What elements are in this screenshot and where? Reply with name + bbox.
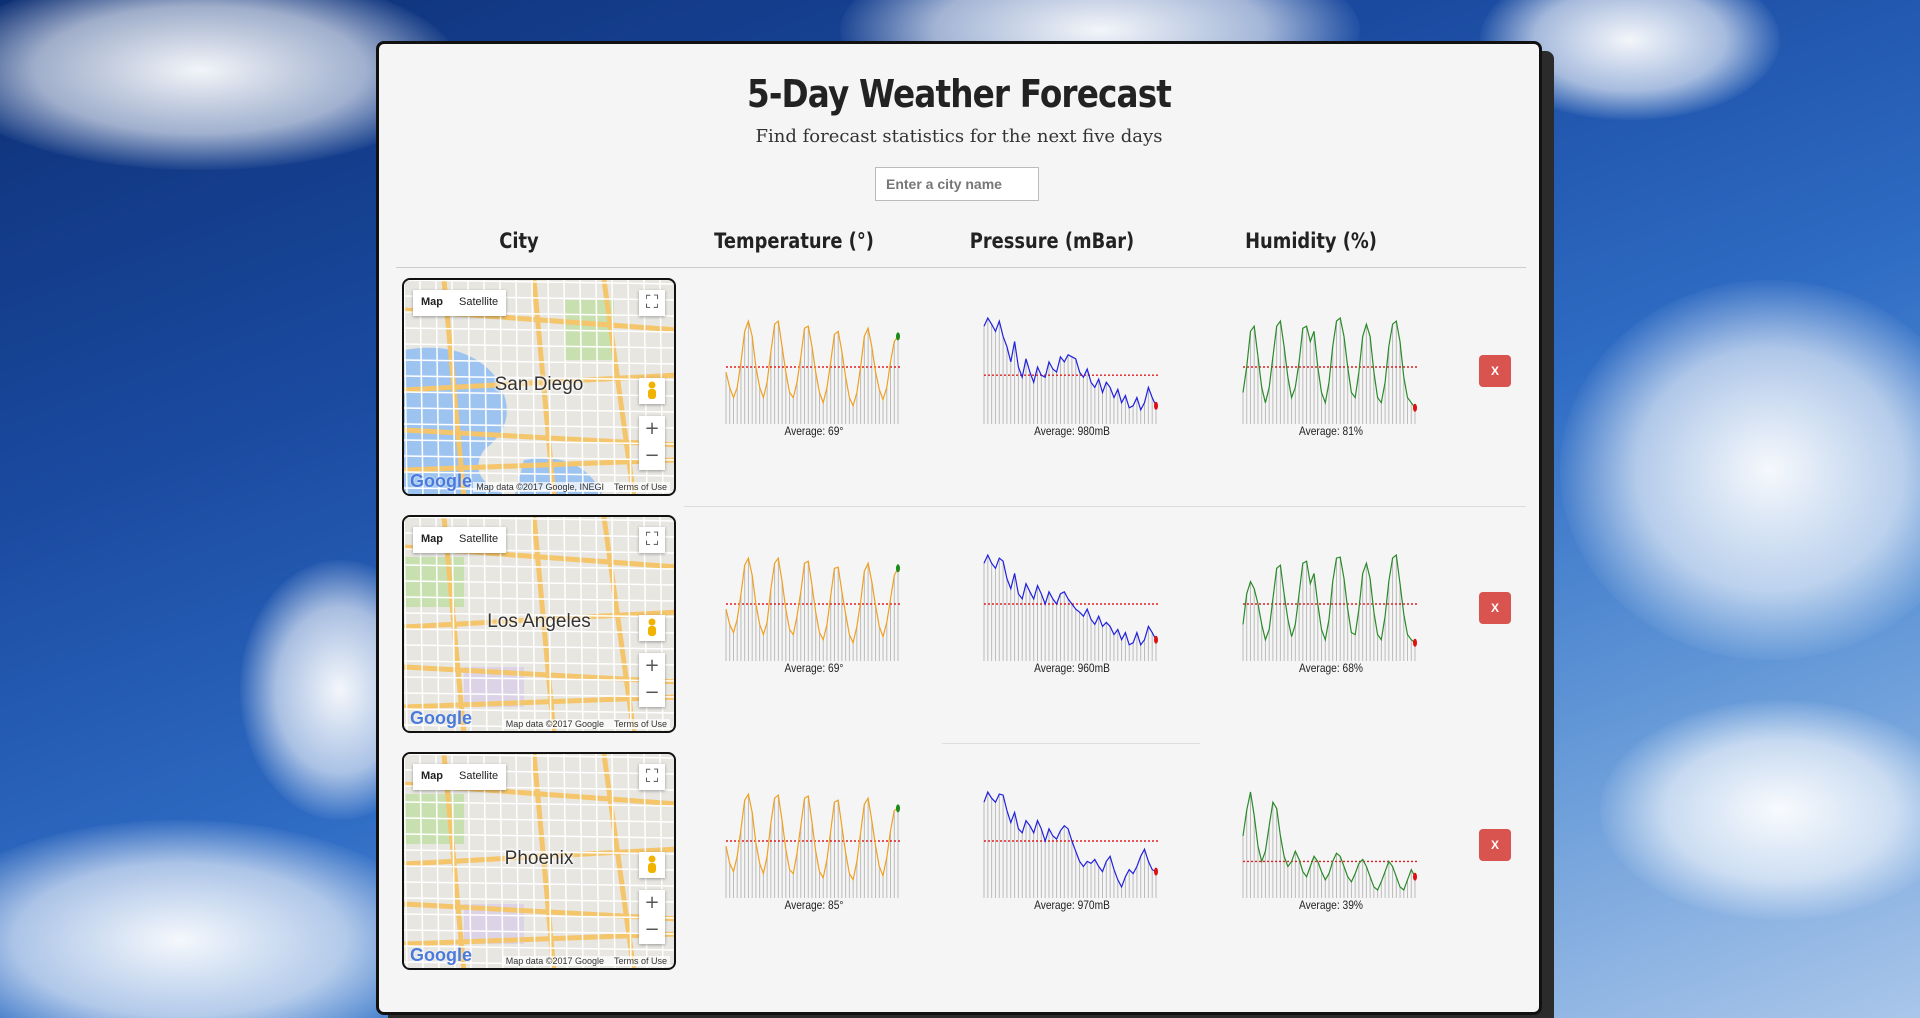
column-header-pressure: Pressure (mBar) [969,229,1135,253]
terms-of-use-link[interactable]: Terms of Use [614,719,667,729]
terms-of-use-link[interactable]: Terms of Use [614,956,667,966]
page-title: 5-Day Weather Forecast [746,72,1172,116]
zoom-in-button[interactable]: + [639,416,665,443]
map-city-label: San Diego [494,374,584,395]
column-header-humidity: Humidity (%) [1245,229,1377,253]
delete-city-button[interactable]: X [1479,592,1511,624]
page-subtitle: Find forecast statistics for the next fi… [755,126,1163,147]
zoom-control: + − [639,416,665,470]
zoom-out-button[interactable]: − [639,917,665,944]
map-attribution: Map data ©2017 Google Terms of Use [502,719,670,729]
zoom-in-button[interactable]: + [639,890,665,917]
pressure-sparkline [983,553,1158,661]
humidity-end-marker [1413,403,1417,412]
humidity-sparkline [1242,791,1417,898]
row-divider [942,743,1200,744]
header-divider [396,267,1526,268]
map-type-control: Map Satellite [413,527,507,553]
pressure-average-label: Average: 960mB [1034,661,1110,675]
city-map[interactable]: Map Satellite ⛶ + − Los Angeles Google Map data… [402,515,676,733]
fullscreen-icon[interactable]: ⛶ [639,527,665,553]
fullscreen-icon[interactable]: ⛶ [639,764,665,790]
temperature-average-label: Average: 69° [784,661,844,675]
map-type-map-button[interactable]: Map [413,764,451,790]
temperature-sparkline [725,792,900,898]
humidity-average-label: Average: 39% [1299,898,1363,912]
map-type-satellite-button[interactable]: Satellite [451,290,506,316]
pressure-end-marker [1154,635,1158,644]
zoom-out-button[interactable]: − [639,443,665,470]
map-type-control: Map Satellite [413,764,507,790]
map-city-label: Los Angeles [487,611,591,632]
temperature-end-marker [896,332,900,341]
temperature-sparkline [725,556,900,661]
zoom-in-button[interactable]: + [639,653,665,680]
pressure-end-marker [1154,867,1158,876]
google-logo: Google [410,471,472,491]
google-logo: Google [410,945,472,965]
fullscreen-icon[interactable]: ⛶ [639,290,665,316]
column-header-temperature: Temperature (°) [714,229,874,253]
map-type-map-button[interactable]: Map [413,527,451,553]
forecast-panel: 5-Day Weather Forecast Find forecast sta… [376,41,1542,1015]
humidity-end-marker [1413,638,1417,647]
pressure-sparkline [983,790,1158,898]
pressure-series-line [983,790,1157,889]
temperature-end-marker [896,564,900,573]
humidity-average-label: Average: 81% [1299,424,1363,438]
map-type-control: Map Satellite [413,290,507,316]
map-attribution: Map data ©2017 Google Terms of Use [502,956,670,966]
delete-city-button[interactable]: X [1479,355,1511,387]
pressure-sparkline [983,316,1158,424]
map-type-satellite-button[interactable]: Satellite [451,764,506,790]
pressure-average-label: Average: 980mB [1034,424,1110,438]
city-map[interactable]: Map Satellite ⛶ + − San Diego Google Map data ©… [402,278,676,496]
map-city-label: Phoenix [504,848,574,869]
temperature-average-label: Average: 69° [784,424,844,438]
temperature-end-marker [896,804,900,813]
pressure-series-line [983,553,1157,647]
city-search-input[interactable] [875,167,1039,201]
map-attribution: Map data ©2017 Google, INEGI Terms of Use [473,482,670,492]
city-map[interactable]: Map Satellite ⛶ + − Phoenix Google Map data ©20… [402,752,676,970]
delete-city-button[interactable]: X [1479,829,1511,861]
humidity-average-label: Average: 68% [1299,661,1363,675]
humidity-end-marker [1413,872,1417,881]
pressure-series-line [983,316,1157,412]
temperature-average-label: Average: 85° [784,898,844,912]
humidity-sparkline [1242,316,1417,424]
pressure-end-marker [1154,401,1158,410]
column-header-city: City [499,229,539,253]
map-type-satellite-button[interactable]: Satellite [451,527,506,553]
google-logo: Google [410,708,472,728]
humidity-sparkline [1242,553,1417,661]
zoom-control: + − [639,653,665,707]
zoom-control: + − [639,890,665,944]
zoom-out-button[interactable]: − [639,680,665,707]
map-type-map-button[interactable]: Map [413,290,451,316]
pressure-average-label: Average: 970mB [1034,898,1110,912]
temperature-sparkline [725,319,900,424]
row-divider [684,506,1526,507]
terms-of-use-link[interactable]: Terms of Use [614,482,667,492]
